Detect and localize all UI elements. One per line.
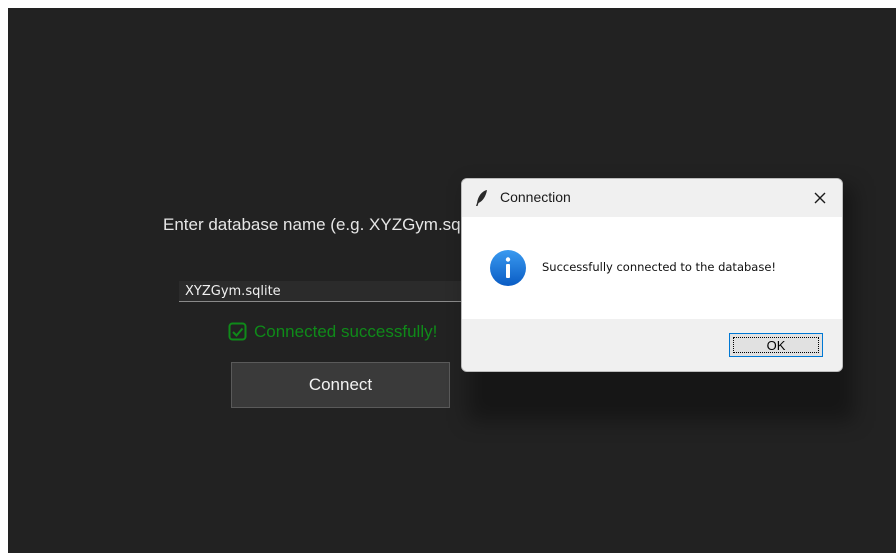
checkbox-check-icon xyxy=(228,322,247,341)
connection-status: Connected successfully! xyxy=(228,322,437,342)
info-icon xyxy=(490,250,526,286)
dialog-message: Successfully connected to the database! xyxy=(542,260,777,274)
ok-button-label: OK xyxy=(766,337,786,353)
close-icon[interactable] xyxy=(798,179,842,217)
dialog-titlebar[interactable]: Connection xyxy=(462,179,842,217)
dialog-title: Connection xyxy=(500,189,571,205)
database-name-input[interactable] xyxy=(179,281,479,302)
dialog-body: Successfully connected to the database! xyxy=(462,217,842,319)
connection-dialog: Connection Successfully connected to the… xyxy=(461,178,843,372)
ok-button[interactable]: OK xyxy=(729,333,823,357)
dialog-footer: OK xyxy=(462,319,842,371)
feather-icon xyxy=(476,190,487,206)
status-message: Connected successfully! xyxy=(254,322,438,341)
connect-button[interactable]: Connect xyxy=(231,362,450,408)
database-name-label: Enter database name (e.g. XYZGym.sqlite)… xyxy=(163,215,493,234)
